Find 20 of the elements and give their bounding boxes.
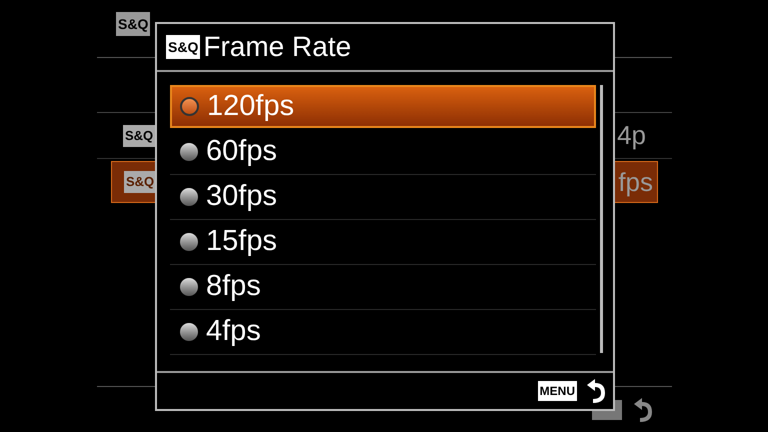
radio-icon — [180, 233, 198, 251]
dialog-title: Frame Rate — [203, 30, 352, 64]
row-badge: S&Q — [124, 171, 156, 193]
menu-badge: MENU — [538, 381, 577, 401]
radio-icon — [180, 188, 198, 206]
radio-icon — [180, 97, 199, 116]
radio-icon — [180, 143, 198, 161]
option-row[interactable]: 15fps — [170, 220, 596, 265]
option-row[interactable]: 4fps — [170, 310, 596, 355]
option-row[interactable]: 8fps — [170, 265, 596, 310]
title-badge: S&Q — [116, 12, 150, 36]
option-row[interactable]: 60fps — [170, 130, 596, 175]
option-row[interactable]: 30fps — [170, 175, 596, 220]
radio-icon — [180, 278, 198, 296]
title-badge: S&Q — [166, 35, 200, 59]
option-row[interactable]: 120fps — [170, 85, 596, 128]
row-value: fps — [618, 166, 653, 198]
row-value: 4p — [617, 119, 646, 152]
radio-icon — [180, 323, 198, 341]
row-badge: S&Q — [123, 124, 156, 146]
